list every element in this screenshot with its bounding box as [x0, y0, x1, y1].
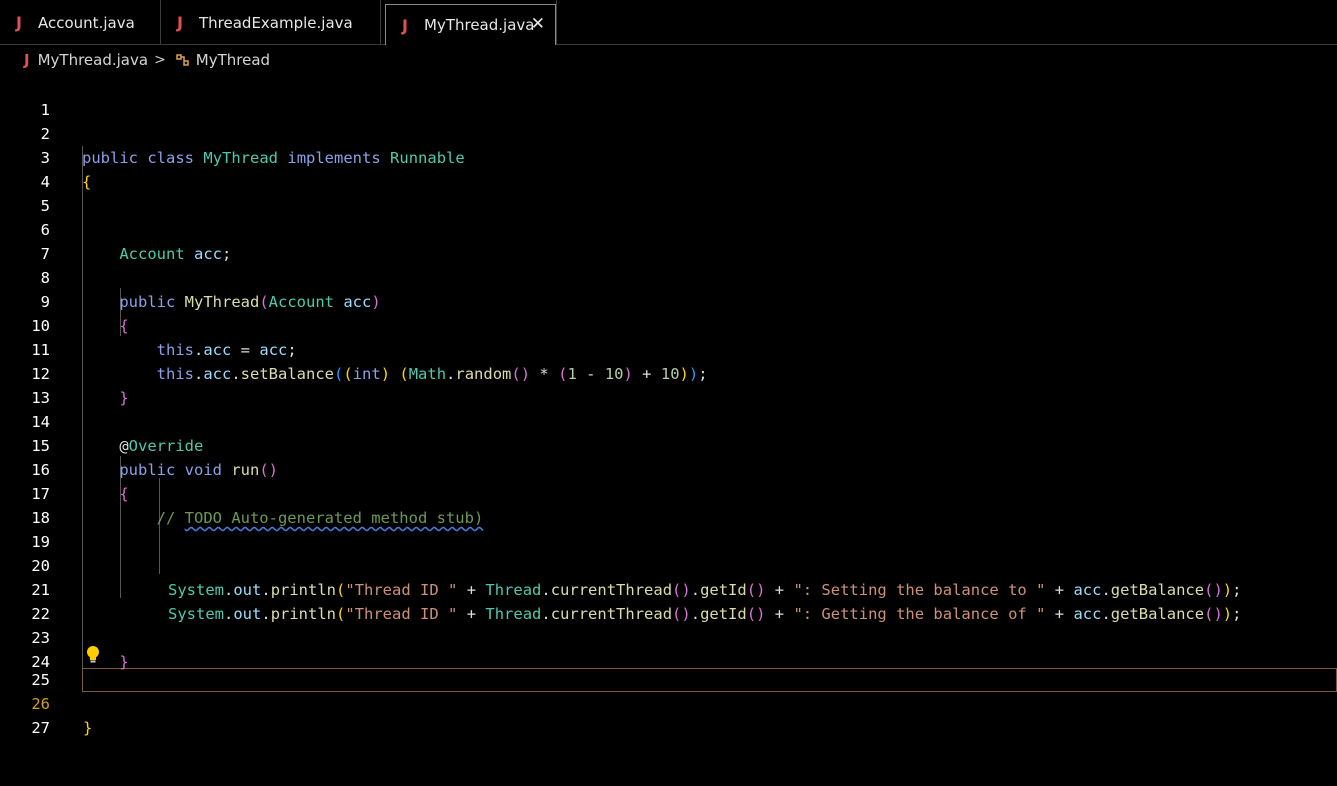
code-line: 14 @Override	[0, 386, 1337, 455]
code-editor[interactable]: 1 2 public class MyThread implements Run…	[0, 74, 1337, 786]
breadcrumb: J MyThread.java > MyThread	[0, 46, 1337, 74]
code-line: 27	[0, 692, 1337, 737]
java-file-icon: J	[16, 13, 22, 32]
code-line: 5	[0, 170, 1337, 215]
code-line: 18	[0, 482, 1337, 527]
code-line: 9 {	[0, 266, 1337, 335]
code-line: 15 public void run()	[0, 410, 1337, 479]
code-line-current: 26 }	[0, 668, 1337, 737]
code-line: 1	[0, 74, 1337, 119]
java-file-icon: J	[402, 15, 408, 35]
class-symbol-icon	[176, 54, 189, 66]
tab-label: Account.java	[38, 13, 135, 32]
code-line: 22	[0, 578, 1337, 623]
code-line: 4	[0, 146, 1337, 191]
java-file-icon: J	[177, 13, 183, 32]
java-file-icon: J	[24, 51, 30, 69]
code-line: 23 }	[0, 602, 1337, 671]
code-line: 13	[0, 362, 1337, 407]
tab-divider	[556, 0, 561, 45]
code-line: 7	[0, 218, 1337, 263]
close-icon[interactable]: ✕	[531, 14, 545, 34]
code-line: 3 {	[0, 122, 1337, 191]
tab-label: MyThread.java	[424, 16, 535, 34]
tab-account-java[interactable]: J Account.java	[0, 0, 161, 45]
code-line: 11 this.acc.setBalance((int) (Math.rando…	[0, 314, 1337, 383]
code-line: 17 // TODO Auto-generated method stub)	[0, 458, 1337, 527]
line-number: 27	[31, 719, 50, 737]
code-line: 6 Account acc;	[0, 194, 1337, 263]
code-line: 16 {	[0, 434, 1337, 503]
code-line: 21 System.out.println("Thread ID " + Thr…	[0, 554, 1337, 623]
lightbulb-icon[interactable]	[85, 645, 101, 665]
tab-threadexample-java[interactable]: J ThreadExample.java	[161, 0, 381, 45]
tab-bar: J Account.java J ThreadExample.java J My…	[0, 0, 1337, 45]
code-line: 20 System.out.println("Thread ID " + Thr…	[0, 530, 1337, 599]
code-line: 19	[0, 506, 1337, 551]
tab-label: ThreadExample.java	[199, 13, 353, 32]
code-line: 2 public class MyThread implements Runna…	[0, 98, 1337, 167]
breadcrumb-symbol[interactable]: MyThread	[196, 51, 270, 69]
code-line: 12 }	[0, 338, 1337, 407]
code-line: 25	[0, 644, 1337, 689]
code-line: 8 public MyThread(Account acc)	[0, 242, 1337, 311]
tab-mythread-java[interactable]: J MyThread.java ✕	[385, 4, 556, 45]
breadcrumb-file[interactable]: MyThread.java	[38, 51, 148, 69]
chevron-right-icon: >	[154, 52, 166, 68]
code-line: 10 this.acc = acc;	[0, 290, 1337, 359]
